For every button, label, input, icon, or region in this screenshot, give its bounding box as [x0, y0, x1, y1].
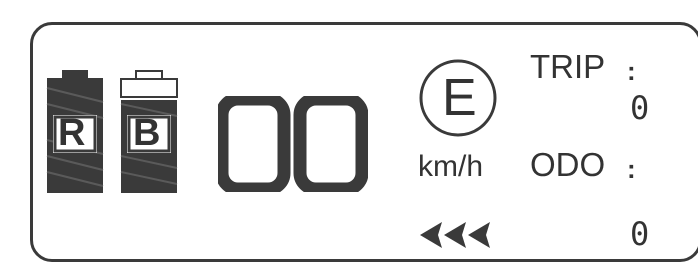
speed-digits-text: 00 [220, 96, 221, 97]
speed-unit-label: km/h [418, 150, 484, 183]
trip-separator: : [627, 56, 636, 86]
battery-r-letter: R [58, 112, 86, 154]
odo-value: 0 [630, 215, 650, 253]
trip-value: 0 [630, 89, 650, 127]
speed-readout [215, 92, 369, 196]
trip-label: TRIP [530, 48, 606, 85]
battery-b-letter: B [133, 112, 161, 154]
gear-letter: E [442, 69, 477, 127]
triple-left-arrows-icon [420, 222, 500, 252]
odo-label: ODO [530, 146, 606, 183]
odo-separator: : [627, 154, 636, 184]
